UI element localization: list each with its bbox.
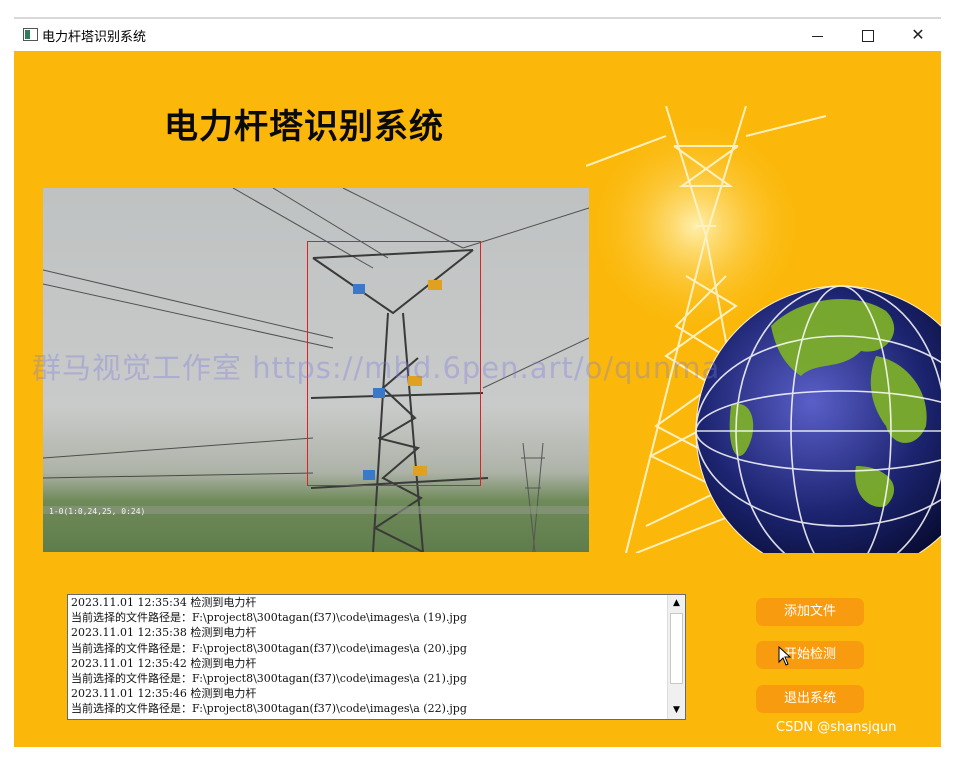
app-icon [23,28,38,41]
log-line: 当前选择的文件路径是：F:\project8\300tagan(f37)\cod… [71,611,467,625]
log-list[interactable]: 2023.11.01 12:35:34 检测到电力杆 当前选择的文件路径是：F:… [67,594,686,720]
log-line: 2023.11.01 12:35:38 检测到电力杆 [71,626,257,640]
log-line: 当前选择的文件路径是：F:\project8\300tagan(f37)\cod… [71,702,467,716]
csdn-credit: CSDN @shansjqun [776,720,897,735]
scroll-up-icon[interactable]: ▲ [669,595,684,612]
log-line: 2023.11.01 12:35:34 检测到电力杆 [71,596,257,609]
main-panel: 电力杆塔识别系统 1-0(1:0,24,25, 0:24) 群马视觉工作室 ht… [14,51,941,747]
mouse-cursor-icon [778,646,792,666]
tower-globe-banner [586,106,941,553]
photo-timestamp: 1-0(1:0,24,25, 0:24) [49,507,146,516]
watermark: 群马视觉工作室 https://mbd.6pen.art/o/qunma [32,351,721,385]
scroll-down-icon[interactable]: ▼ [669,702,684,719]
page-title: 电力杆塔识别系统 [164,107,444,147]
start-detect-button[interactable]: 开始检测 [756,641,864,669]
log-scrollbar[interactable]: ▲ ▼ [667,595,685,719]
log-lines: 2023.11.01 12:35:34 检测到电力杆 当前选择的文件路径是：F:… [71,595,666,719]
maximize-icon[interactable] [848,22,888,48]
log-line: 2023.11.01 12:35:46 检测到电力杆 [71,687,257,701]
title-bar[interactable]: 电力杆塔识别系统 ✕ [14,19,941,51]
log-line: 2023.11.01 12:35:42 检测到电力杆 [71,656,257,670]
close-icon[interactable]: ✕ [898,22,938,48]
scroll-thumb[interactable] [670,613,683,684]
log-line: 当前选择的文件路径是：F:\project8\300tagan(f37)\cod… [71,672,467,686]
exit-system-button[interactable]: 退出系统 [756,685,864,713]
window-title: 电力杆塔识别系统 [42,30,147,45]
add-file-button[interactable]: 添加文件 [756,598,864,626]
log-line: 当前选择的文件路径是：F:\project8\300tagan(f37)\cod… [71,641,467,655]
minimize-icon[interactable] [798,22,838,48]
